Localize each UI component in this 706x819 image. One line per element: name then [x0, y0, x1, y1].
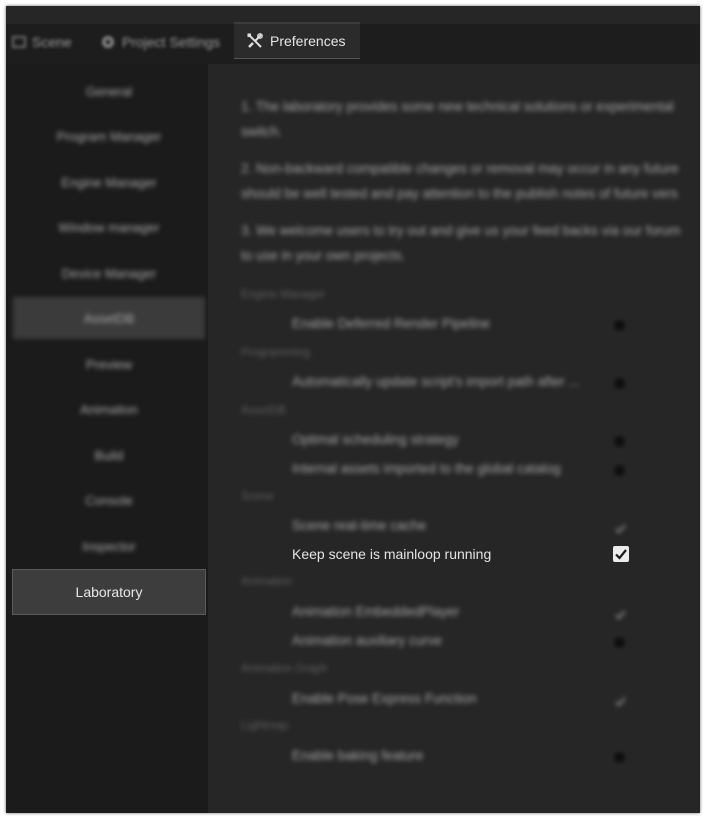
sidebar-item-inspector[interactable]: Inspector [13, 525, 205, 567]
group-heading: Lightmap [241, 720, 289, 732]
tab-preferences[interactable]: Preferences [234, 22, 360, 59]
sidebar-item-label: Inspector [82, 538, 136, 554]
auxiliary-curve-checkbox[interactable] [613, 636, 626, 649]
option-label: Enable Pose Express Function [292, 691, 477, 706]
sidebar-item-label: Window manager [58, 219, 160, 235]
check-icon [615, 697, 626, 707]
sidebar-item-label: Console [85, 492, 133, 508]
scene-icon [12, 35, 26, 49]
auto-update-import-checkbox[interactable] [613, 377, 626, 390]
gear-icon [100, 34, 116, 50]
scene-cache-checkbox[interactable] [613, 521, 626, 534]
option-label: Enable Deferred Render Pipeline [292, 316, 491, 331]
keep-scene-mainloop-label: Keep scene is mainloop running [292, 546, 492, 562]
check-icon [615, 524, 626, 534]
option-label: Optimal scheduling strategy [292, 432, 459, 447]
option-label: Animation auxiliary curve [292, 633, 443, 648]
check-icon [615, 549, 627, 560]
sidebar-item-general[interactable]: General [13, 70, 205, 112]
baking-feature-checkbox[interactable] [613, 751, 626, 764]
check-icon [615, 610, 626, 620]
option-label: Automatically update script's import pat… [292, 374, 580, 389]
intro-text: should be well tested and pay attention … [241, 186, 678, 201]
sidebar-item-label: Build [94, 447, 124, 463]
sidebar-item-label: AssetDB [83, 310, 135, 326]
sidebar-item-label: Program Manager [56, 128, 162, 144]
tab-preferences-label: Preferences [270, 33, 346, 49]
keep-scene-mainloop-checkbox[interactable] [613, 546, 629, 562]
option-label: Animation EmbeddedPlayer [292, 604, 460, 619]
sidebar-item-label: Device Manager [61, 265, 157, 281]
sidebar-item-build[interactable]: Build [13, 434, 205, 476]
tools-icon [246, 32, 264, 50]
option-label: Scene real-time cache [292, 518, 427, 533]
sidebar-item-device-manager[interactable]: Device Manager [13, 252, 205, 294]
embedded-player-checkbox[interactable] [613, 607, 626, 620]
sidebar-item-assetdb[interactable]: AssetDB [13, 297, 205, 339]
group-heading: Scene [241, 491, 274, 503]
sidebar-item-animation[interactable]: Animation [13, 388, 205, 430]
internal-assets-checkbox[interactable] [613, 464, 626, 477]
group-heading: Animation Graph [241, 663, 328, 675]
tab-scene[interactable]: Scene [12, 24, 72, 60]
sidebar-item-label: Preview [85, 356, 133, 372]
sidebar-item-label: Laboratory [75, 584, 143, 600]
preferences-window: Scene Project Settings Preferences Gener… [6, 6, 700, 813]
laboratory-panel: 1. The laboratory provides some new tech… [208, 64, 700, 813]
pose-express-checkbox[interactable] [613, 694, 626, 707]
sidebar-item-laboratory[interactable]: Laboratory [12, 569, 206, 615]
sidebar-item-label: Engine Manager [61, 174, 157, 190]
sidebar-item-engine-manager[interactable]: Engine Manager [13, 161, 205, 203]
option-label: Internal assets imported to the global c… [292, 461, 561, 476]
optimal-scheduling-checkbox[interactable] [613, 435, 626, 448]
sidebar-item-program-manager[interactable]: Program Manager [13, 115, 205, 157]
group-heading: AssetDB [241, 405, 286, 417]
group-heading: Programming [241, 347, 311, 359]
intro-text: 2. Non-backward compatible changes or re… [241, 161, 679, 176]
intro-text: 1. The laboratory provides some new tech… [241, 99, 674, 114]
sidebar-item-preview[interactable]: Preview [13, 343, 205, 385]
sidebar-item-console[interactable]: Console [13, 479, 205, 521]
sidebar-item-label: General [85, 83, 133, 99]
deferred-pipeline-checkbox[interactable] [613, 319, 626, 332]
intro-text: to use in your own projects. [241, 248, 406, 263]
sidebar-item-label: Animation [80, 401, 138, 417]
intro-text: switch. [241, 124, 283, 139]
intro-text: 3. We welcome users to try out and give … [241, 223, 681, 238]
tab-scene-label: Scene [32, 34, 72, 50]
tab-bar: Scene Project Settings Preferences [6, 6, 700, 64]
sidebar-item-window-manager[interactable]: Window manager [13, 206, 205, 248]
preferences-sidebar: General Program Manager Engine Manager W… [6, 64, 208, 813]
group-heading: Engine Manager [241, 289, 326, 301]
option-label: Enable baking feature [292, 748, 424, 763]
tab-project-settings-label: Project Settings [122, 34, 221, 50]
group-heading: Animation [241, 576, 293, 588]
tab-project-settings[interactable]: Project Settings [100, 24, 220, 60]
